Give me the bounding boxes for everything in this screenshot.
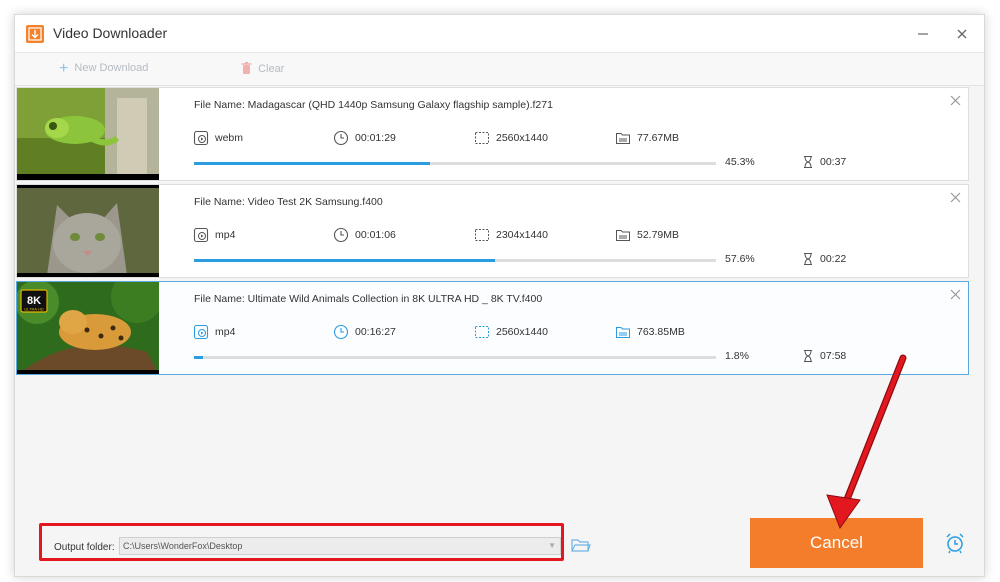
progress-bar [194, 162, 716, 165]
remove-item-button[interactable] [950, 288, 961, 303]
video-file-icon [193, 324, 209, 340]
minimize-icon [918, 33, 928, 35]
download-item[interactable]: 8K ULTRA HD File Name: Ultimate Wild Ani… [16, 281, 969, 375]
minimize-button[interactable] [910, 21, 936, 47]
app-logo-icon [26, 25, 44, 43]
clear-label: Clear [258, 63, 285, 75]
cancel-button[interactable]: Cancel [750, 518, 923, 568]
alarm-clock-icon [946, 533, 964, 554]
clock-icon [333, 130, 349, 146]
progress-fill [194, 259, 495, 262]
resolution-icon [475, 229, 489, 241]
video-thumbnail-chameleon [17, 88, 159, 180]
format-value: mp4 [215, 326, 236, 338]
resolution-value: 2560x1440 [496, 326, 548, 338]
progress-percent: 1.8% [725, 350, 749, 362]
folder-icon [571, 539, 591, 552]
size-value: 52.79MB [637, 229, 680, 241]
clock-icon [333, 227, 349, 243]
close-icon [950, 192, 961, 203]
resolution-value: 2304x1440 [496, 229, 548, 241]
plus-icon: + [59, 60, 69, 77]
video-file-icon [193, 130, 209, 146]
open-folder-button[interactable] [571, 537, 591, 558]
folder-size-icon [616, 327, 630, 338]
thumb-badge: 8K [27, 295, 41, 307]
close-window-button[interactable] [949, 21, 975, 47]
time-left-value: 00:37 [820, 156, 847, 168]
format-value: mp4 [215, 229, 236, 241]
hourglass-icon [804, 253, 812, 265]
hourglass-icon [804, 156, 812, 168]
toolbar: + New Download Clear [15, 53, 984, 86]
time-left-value: 07:58 [820, 350, 847, 362]
remove-item-button[interactable] [950, 94, 961, 109]
remove-item-button[interactable] [950, 191, 961, 206]
close-icon [950, 289, 961, 300]
window-title: Video Downloader [53, 25, 168, 41]
progress-bar [194, 259, 716, 262]
video-thumbnail-cat [17, 185, 159, 277]
clear-button[interactable]: Clear [241, 62, 284, 76]
duration-value: 00:16:27 [355, 326, 396, 338]
duration-value: 00:01:29 [355, 132, 396, 144]
download-item[interactable]: File Name: Video Test 2K Samsung.f400 mp… [16, 184, 969, 278]
progress-bar [194, 356, 716, 359]
hourglass-icon [804, 350, 812, 362]
time-left-value: 00:22 [820, 253, 847, 265]
video-thumbnail-leopard: 8K ULTRA HD [17, 282, 159, 374]
file-name: File Name: Madagascar (QHD 1440p Samsung… [194, 99, 553, 111]
resolution-icon [475, 132, 489, 144]
size-value: 763.85MB [637, 326, 685, 338]
title-bar: Video Downloader [15, 15, 984, 53]
video-file-icon [193, 227, 209, 243]
progress-fill [194, 356, 204, 359]
size-value: 77.67MB [637, 132, 680, 144]
progress-fill [194, 162, 431, 165]
resolution-icon [475, 326, 489, 338]
annotation-highlight-box [39, 523, 564, 561]
thumb-badge-sub: ULTRA HD [24, 307, 44, 312]
download-item[interactable]: File Name: Madagascar (QHD 1440p Samsung… [16, 87, 969, 181]
progress-percent: 45.3% [725, 156, 755, 168]
video-downloader-window: Video Downloader + New Download Clear Fi… [14, 14, 985, 577]
format-value: webm [215, 132, 244, 144]
trash-icon [241, 62, 252, 76]
alarm-clock-button[interactable] [944, 532, 966, 559]
file-name: File Name: Video Test 2K Samsung.f400 [194, 196, 383, 208]
new-download-button[interactable]: + New Download [59, 60, 149, 77]
file-name: File Name: Ultimate Wild Animals Collect… [194, 293, 543, 305]
new-download-label: New Download [74, 62, 149, 74]
folder-size-icon [616, 230, 630, 241]
duration-value: 00:01:06 [355, 229, 396, 241]
folder-size-icon [616, 133, 630, 144]
progress-percent: 57.6% [725, 253, 755, 265]
clock-icon [333, 324, 349, 340]
close-icon [950, 95, 961, 106]
resolution-value: 2560x1440 [496, 132, 548, 144]
close-icon [957, 29, 967, 39]
